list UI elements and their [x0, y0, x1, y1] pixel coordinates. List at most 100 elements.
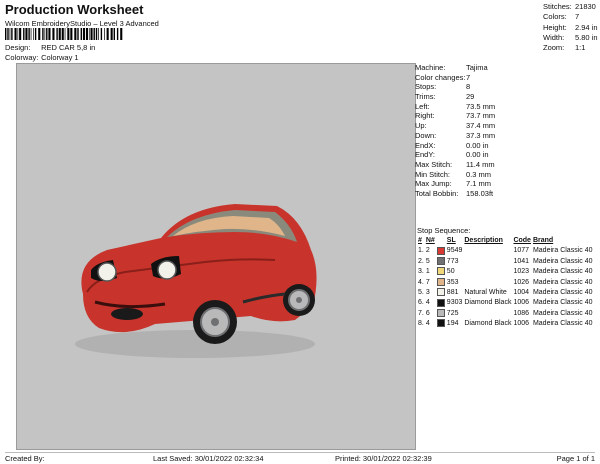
- thread-code: 1006: [513, 299, 530, 307]
- barcode-bar: [30, 28, 32, 40]
- sl-number: 9549: [446, 247, 463, 255]
- color-changes-value: 7: [466, 72, 471, 82]
- up-value: 37.4 mm: [466, 121, 496, 131]
- table-row: 5. 3 881 Natural White 1004 Madeira Classic 4…: [417, 288, 593, 298]
- barcode-bar: [42, 28, 44, 40]
- table-row: 6. 4 9303 Diamond Black 1006 Madeira Classic …: [417, 298, 593, 308]
- thread-description: [463, 309, 512, 319]
- endx-value: 0.00 in: [466, 140, 489, 150]
- total-bobbin-value: 158.03ft: [466, 188, 494, 198]
- footer: Created By: Last Saved: 30/01/2022 02:32…: [5, 452, 595, 463]
- barcode-bar: [17, 28, 19, 40]
- sl-number: 9303: [446, 299, 463, 307]
- summary-value: 21830: [575, 2, 596, 11]
- thread-code: 1023: [513, 268, 530, 276]
- barcode-bar: [110, 28, 113, 40]
- barcode-bar: [23, 28, 25, 40]
- thread-description: [463, 257, 512, 267]
- stop-sequence-title: Stop Sequence:: [417, 226, 471, 235]
- trims-label: Trims:: [415, 92, 436, 102]
- table-row: 7. 6 725 1086 Madeira Classic 40: [417, 309, 593, 319]
- barcode-bar: [70, 28, 73, 40]
- design-row: Design: RED CAR 5,8 in: [5, 43, 95, 52]
- printed-date: Printed: 30/01/2022 02:32:39: [335, 454, 432, 463]
- page-number: Page 1 of 1: [556, 454, 595, 463]
- machine-value: Tajima: [466, 63, 488, 72]
- color-swatch: [436, 298, 445, 307]
- barcode-bar: [74, 28, 77, 40]
- machine-info-panel: Machine: Tajima Color changes:7 Stops: 8 T…: [415, 63, 595, 199]
- table-row: 2. 5 773 1041 Madeira Classic 40: [417, 256, 593, 267]
- barcode-bar: [46, 28, 48, 40]
- stop-number: 6.: [418, 299, 424, 307]
- thread-brand: Madeira Classic 40: [532, 309, 593, 317]
- sl-number: 725: [446, 309, 459, 317]
- color-swatch: [436, 288, 445, 297]
- summary-value: 2.94 in: [575, 22, 598, 32]
- barcode-bar: [85, 28, 88, 40]
- col-stop: #: [418, 237, 422, 244]
- barcode-bar: [100, 28, 103, 40]
- needle-number: 5: [425, 257, 430, 265]
- stop-number: 3.: [418, 268, 424, 276]
- thread-code: 1026: [513, 278, 530, 286]
- barcode-bar: [38, 28, 41, 40]
- thread-brand: Madeira Classic 40: [532, 278, 593, 286]
- barcode-bar: [52, 28, 55, 40]
- thread-code: 1086: [513, 309, 530, 317]
- sl-number: 50: [446, 268, 455, 276]
- table-row: 4. 7 353 1026 Madeira Classic 40: [417, 277, 593, 288]
- thread-code: 1041: [513, 257, 530, 265]
- right-value: 73.7 mm: [466, 111, 496, 121]
- design-preview: [16, 63, 416, 450]
- software-subtitle: Wilcom EmbroideryStudio – Level 3 Advanc…: [5, 19, 159, 28]
- barcode-bar: [7, 28, 9, 40]
- thread-code: 1004: [513, 289, 530, 297]
- summary-value: 7: [575, 12, 580, 22]
- thread-description: Diamond Black: [464, 299, 512, 307]
- barcode-bar: [82, 28, 85, 40]
- needle-number: 7: [425, 278, 430, 286]
- trims-value: 29: [466, 92, 475, 102]
- barcode-bar: [116, 28, 119, 40]
- created-by: Created By:: [5, 454, 45, 463]
- summary-label: Width:: [543, 32, 565, 42]
- color-swatch: [436, 277, 445, 286]
- max-jump-value: 7.1 mm: [466, 179, 492, 189]
- barcode-bar: [48, 28, 51, 40]
- down-value: 37.3 mm: [466, 130, 496, 140]
- stop-number: 2.: [418, 257, 424, 265]
- needle-number: 2: [425, 247, 430, 255]
- thread-brand: Madeira Classic 40: [532, 247, 593, 255]
- needle-number: 4: [425, 299, 430, 307]
- col-sl: SL: [446, 237, 456, 244]
- thread-description: [463, 246, 512, 256]
- stops-label: Stops:: [415, 82, 437, 92]
- barcode-bar: [77, 28, 79, 40]
- thread-description: Diamond Black: [464, 320, 512, 328]
- swatch: [436, 309, 446, 319]
- summary-label: Zoom:: [543, 43, 565, 53]
- col-needle: N#: [425, 237, 435, 244]
- needle-number: 6: [425, 309, 430, 317]
- thread-code: 1077: [513, 247, 530, 255]
- summary-value: 5.80 in: [575, 32, 598, 42]
- sl-number: 773: [446, 257, 459, 265]
- col-code: Code: [513, 237, 531, 244]
- barcode-bar: [80, 28, 82, 40]
- barcode-bar: [14, 28, 17, 40]
- stop-number: 4.: [418, 278, 424, 286]
- machine-label: Machine:: [415, 63, 446, 72]
- barcode-bar: [58, 28, 61, 40]
- color-swatch: [436, 246, 445, 255]
- up-label: Up:: [415, 121, 427, 131]
- color-swatch: [436, 319, 445, 328]
- barcode-bar: [28, 28, 30, 40]
- page-title: Production Worksheet: [5, 2, 144, 17]
- thread-brand: Madeira Classic 40: [532, 299, 593, 307]
- barcode-bar: [34, 28, 37, 40]
- col-swatch: [436, 236, 446, 246]
- design-value: RED CAR 5,8 in: [41, 43, 96, 52]
- left-value: 73.5 mm: [466, 101, 496, 111]
- barcode-bar: [61, 28, 64, 40]
